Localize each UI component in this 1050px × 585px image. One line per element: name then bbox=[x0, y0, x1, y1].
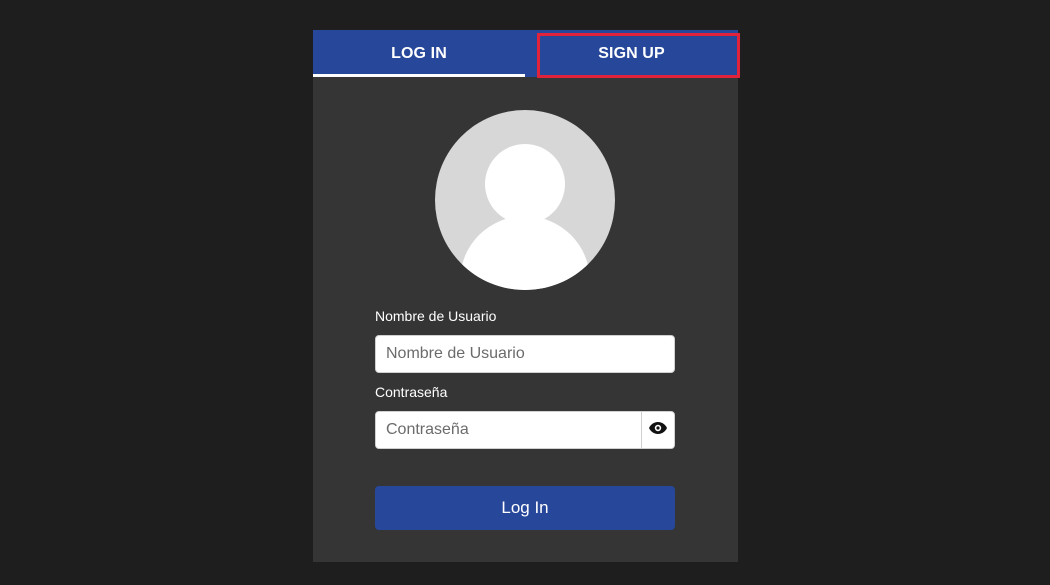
password-field-group bbox=[375, 411, 675, 449]
login-card: LOG IN SIGN UP Nombre de Usuario Contras… bbox=[313, 30, 740, 562]
show-password-button[interactable] bbox=[641, 412, 674, 448]
auth-tabs: LOG IN SIGN UP bbox=[313, 30, 740, 78]
username-label: Nombre de Usuario bbox=[375, 308, 497, 324]
tab-log-in[interactable]: LOG IN bbox=[313, 30, 525, 77]
eye-icon bbox=[649, 421, 667, 439]
username-input[interactable] bbox=[375, 335, 675, 373]
avatar-head bbox=[485, 144, 565, 224]
avatar-body bbox=[460, 216, 590, 290]
tab-sign-up[interactable]: SIGN UP bbox=[525, 30, 738, 77]
user-avatar-icon bbox=[435, 110, 615, 290]
password-label: Contraseña bbox=[375, 384, 448, 400]
log-in-button[interactable]: Log In bbox=[375, 486, 675, 530]
password-input[interactable] bbox=[376, 412, 641, 448]
